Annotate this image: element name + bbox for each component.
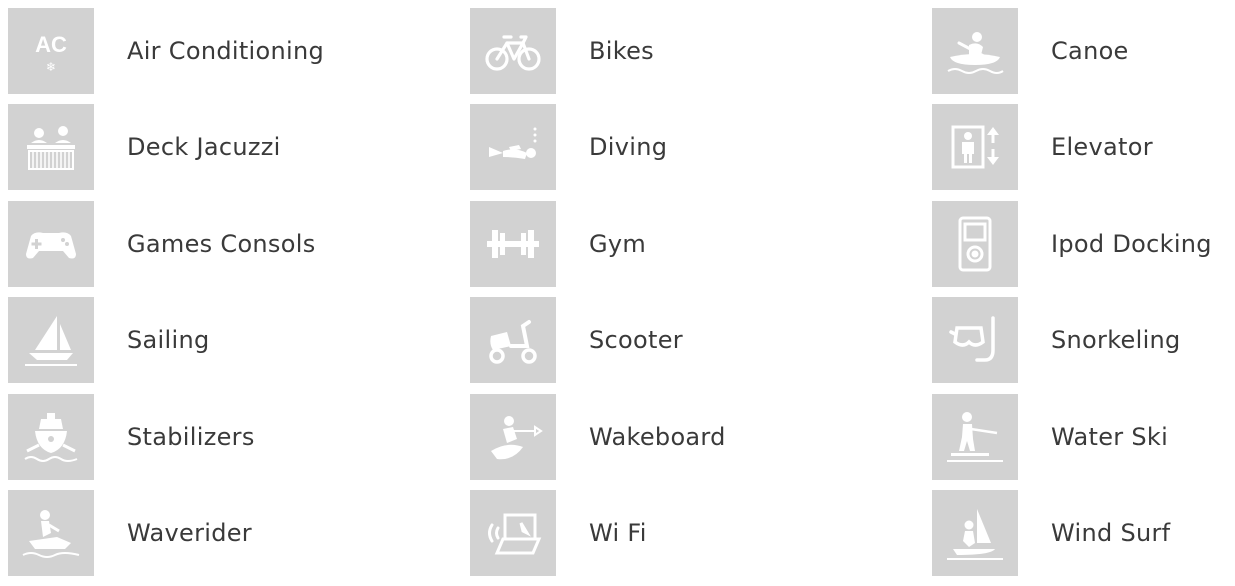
amenity-gym: Gym xyxy=(470,200,932,297)
amenity-sailing: Sailing xyxy=(8,297,470,393)
amenity-label: Scooter xyxy=(589,326,683,355)
amenity-label: Air Conditioning xyxy=(127,37,325,65)
windsurf-icon xyxy=(932,489,1018,576)
amenities-grid: AC ❄ Air Conditioning Bikes Canoe Deck J… xyxy=(8,8,1235,586)
gamepad-icon xyxy=(8,200,94,287)
ship-stabilizer-icon xyxy=(8,393,94,480)
amenity-label: Games Consols xyxy=(127,229,316,258)
amenity-wakeboard: Wakeboard xyxy=(470,393,932,490)
amenity-label: Ipod Docking xyxy=(1051,229,1212,258)
amenity-label: Deck Jacuzzi xyxy=(127,133,281,162)
wakeboard-icon xyxy=(470,393,556,480)
amenity-label: Water Ski xyxy=(1051,422,1169,451)
ipod-icon xyxy=(932,200,1018,287)
amenity-label: Snorkeling xyxy=(1051,326,1181,355)
amenity-bikes: Bikes xyxy=(470,8,932,104)
canoe-icon xyxy=(932,8,1018,94)
amenity-diving: Diving xyxy=(470,104,932,200)
amenity-games-consols: Games Consols xyxy=(8,200,470,297)
amenity-label: Elevator xyxy=(1051,133,1153,162)
amenity-ipod-docking: Ipod Docking xyxy=(932,200,1235,297)
svg-text:AC: AC xyxy=(35,32,67,57)
amenity-elevator: Elevator xyxy=(932,104,1235,200)
amenity-scooter: Scooter xyxy=(470,297,932,393)
amenity-label: Waverider xyxy=(127,518,252,547)
amenity-label: Canoe xyxy=(1051,37,1129,65)
dumbbell-icon xyxy=(470,200,556,287)
jet-ski-icon xyxy=(8,489,94,576)
scooter-icon xyxy=(470,297,556,384)
snorkel-mask-icon xyxy=(932,297,1018,384)
amenity-label: Gym xyxy=(589,229,647,258)
amenity-canoe: Canoe xyxy=(932,8,1235,104)
amenity-label: Wi Fi xyxy=(589,518,647,547)
sailboat-icon xyxy=(8,297,94,384)
amenity-stabilizers: Stabilizers xyxy=(8,393,470,490)
amenity-label: Stabilizers xyxy=(127,422,255,451)
diver-icon xyxy=(470,104,556,191)
amenity-label: Bikes xyxy=(589,37,654,65)
water-ski-icon xyxy=(932,393,1018,480)
bike-icon xyxy=(470,8,556,94)
amenity-label: Wakeboard xyxy=(589,422,726,451)
air-conditioning-icon: AC ❄ xyxy=(8,8,94,94)
amenity-snorkeling: Snorkeling xyxy=(932,297,1235,393)
amenity-water-ski: Water Ski xyxy=(932,393,1235,490)
amenity-label: Sailing xyxy=(127,326,210,355)
amenity-label: Wind Surf xyxy=(1051,518,1171,547)
jacuzzi-icon xyxy=(8,104,94,191)
amenity-label: Diving xyxy=(589,133,668,162)
amenity-deck-jacuzzi: Deck Jacuzzi xyxy=(8,104,470,200)
elevator-icon xyxy=(932,104,1018,191)
wifi-laptop-icon xyxy=(470,489,556,576)
amenity-air-conditioning: AC ❄ Air Conditioning xyxy=(8,8,470,104)
svg-text:❄: ❄ xyxy=(46,60,56,74)
